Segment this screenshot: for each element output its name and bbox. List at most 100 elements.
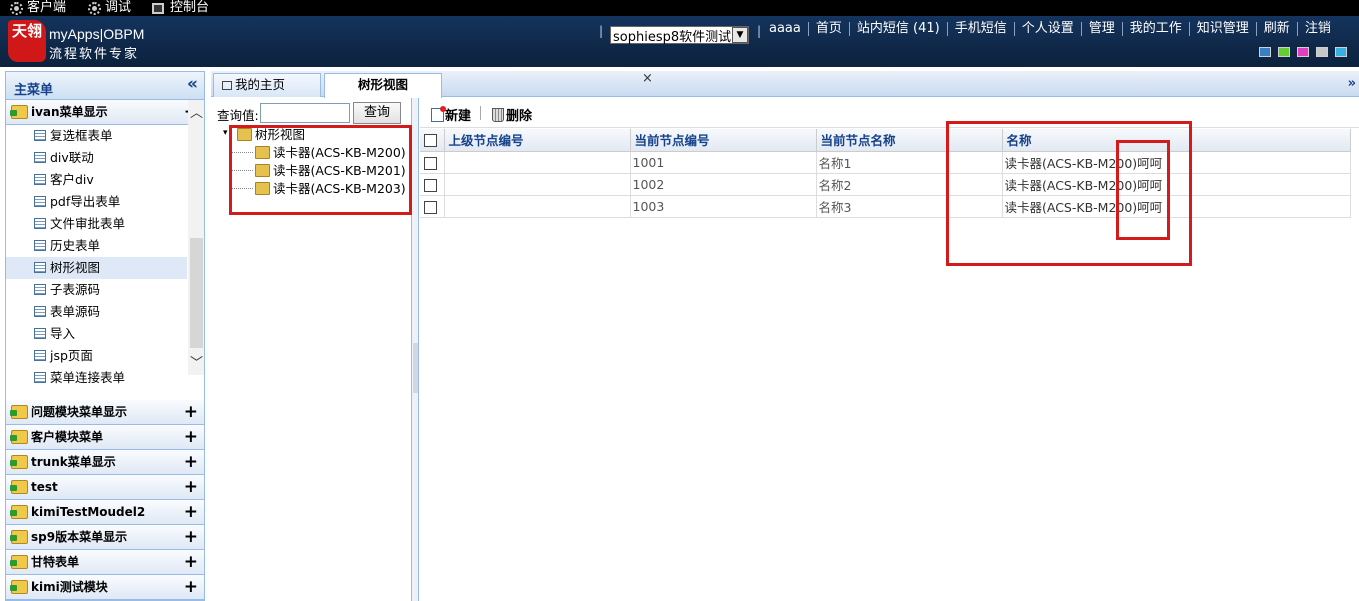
sidebar-item[interactable]: 客户div — [6, 169, 187, 191]
checkbox[interactable] — [424, 178, 437, 192]
nav-settings[interactable]: 个人设置 — [1013, 22, 1081, 36]
nav-home[interactable]: 首页 — [807, 22, 849, 36]
row-checkbox-cell[interactable] — [420, 173, 445, 196]
nav-logout[interactable]: 注销 — [1296, 22, 1338, 36]
menu-group-label: 客户模块菜单 — [31, 430, 104, 444]
delete-button[interactable]: 删除 — [492, 105, 532, 124]
cell-node-name: 名称2 — [816, 173, 1003, 196]
chevron-double-down-icon[interactable]: » — [1348, 76, 1356, 91]
sidebar-item[interactable]: 树形视图 — [6, 257, 187, 279]
plus-icon[interactable]: + — [184, 475, 198, 499]
chevron-down-icon[interactable]: ﹀ — [190, 352, 203, 371]
column-header[interactable]: 当前节点编号 — [630, 129, 817, 152]
tree-node[interactable]: 读卡器(ACS-KB-M201) — [255, 162, 406, 180]
theme-swatch[interactable] — [1297, 47, 1309, 57]
expand-icon[interactable]: ▾ — [223, 124, 228, 142]
folder-icon — [255, 164, 270, 177]
tree-node[interactable]: 读卡器(ACS-KB-M203) — [255, 180, 406, 198]
select-all-checkbox[interactable] — [420, 129, 445, 152]
plus-icon[interactable]: + — [184, 575, 198, 599]
console-link[interactable]: 控制台 — [152, 0, 209, 16]
sidebar-item[interactable]: 历史表单 — [6, 235, 187, 257]
plus-icon[interactable]: + — [184, 450, 198, 474]
checkbox[interactable] — [424, 200, 437, 214]
sidebar-item[interactable]: jsp页面 — [6, 345, 187, 367]
tree-node[interactable]: 读卡器(ACS-KB-M200) — [255, 144, 406, 162]
nav-my-work[interactable]: 我的工作 — [1121, 22, 1189, 36]
sidebar-item[interactable]: 子表源码 — [6, 279, 187, 301]
row-checkbox-cell[interactable] — [420, 151, 445, 174]
chevron-down-icon[interactable]: ▼ — [732, 27, 748, 43]
data-grid: 上级节点编号 当前节点编号 当前节点名称 名称 1001 名称1 读卡器(ACS… — [420, 129, 1351, 218]
column-header[interactable]: 当前节点名称 — [816, 129, 1003, 152]
plus-icon[interactable]: + — [184, 500, 198, 524]
plus-icon[interactable]: + — [184, 425, 198, 449]
client-link[interactable]: 客户端 — [10, 0, 66, 16]
sidebar-item[interactable]: 表单源码 — [6, 301, 187, 323]
sidebar-item[interactable]: 菜单连接表单 — [6, 367, 187, 389]
nav-knowledge[interactable]: 知识管理 — [1188, 22, 1256, 36]
menu-group-ivan[interactable]: ivan菜单显示 − — [6, 100, 204, 125]
debug-link[interactable]: 调试 — [88, 0, 131, 16]
checkbox[interactable] — [424, 156, 437, 170]
nav-admin[interactable]: 管理 — [1080, 22, 1122, 36]
column-header[interactable]: 上级节点编号 — [444, 129, 631, 152]
sidebar-item[interactable]: pdf导出表单 — [6, 191, 187, 213]
menu-scrollbar[interactable]: ︿ ﹀ — [188, 100, 204, 375]
sidebar-item[interactable]: 文件审批表单 — [6, 213, 187, 235]
sidebar-item[interactable]: 导入 — [6, 323, 187, 345]
menu-group-label: 问题模块菜单显示 — [31, 405, 128, 419]
tree-root[interactable]: 树形视图 — [237, 126, 305, 144]
site-select[interactable]: sophiesp8软件测试 ▼ — [610, 26, 749, 45]
row-checkbox-cell[interactable] — [420, 195, 445, 218]
plus-icon[interactable]: + — [184, 550, 198, 574]
tab-my-home[interactable]: 我的主页 — [213, 73, 321, 97]
menu-group[interactable]: test + — [6, 475, 204, 500]
menu-group[interactable]: 问题模块菜单显示 + — [6, 400, 204, 425]
nav-user[interactable]: aaaa — [762, 22, 808, 36]
plus-icon[interactable]: + — [184, 525, 198, 549]
tab-tree-view[interactable]: 树形视图 — [324, 73, 442, 98]
theme-swatches — [1259, 47, 1347, 57]
menu-group[interactable]: sp9版本菜单显示 + — [6, 525, 204, 550]
sidebar-item-label: 树形视图 — [50, 260, 101, 275]
theme-swatch[interactable] — [1316, 47, 1328, 57]
collapse-icon[interactable]: « — [187, 74, 198, 94]
folder-icon — [255, 182, 270, 195]
top-nav: aaaa 首页 站内短信 (41) 手机短信 个人设置 管理 我的工作 知识管理… — [762, 22, 1338, 36]
cell-code: 1001 — [630, 151, 817, 174]
tree-panel: 查询值: 查询 ▾ 树形视图 读卡器(ACS-KB-M200) 读卡器(ACS-… — [213, 98, 412, 601]
menu-group[interactable]: kimi测试模块 + — [6, 575, 204, 600]
query-input[interactable] — [260, 103, 350, 123]
menu-group[interactable]: 甘特表单 + — [6, 550, 204, 575]
menu-group[interactable]: trunk菜单显示 + — [6, 450, 204, 475]
close-icon[interactable]: × — [642, 71, 653, 86]
sidebar-item-label: 复选框表单 — [50, 128, 113, 143]
table-row[interactable]: 1001 名称1 读卡器(ACS-KB-M200)呵呵 — [420, 151, 1351, 174]
checkbox[interactable] — [424, 134, 437, 148]
nav-messages[interactable]: 站内短信 (41) — [848, 22, 947, 36]
menu-group-label: sp9版本菜单显示 — [31, 530, 128, 544]
tree-connector — [231, 188, 253, 189]
new-button[interactable]: 新建 — [431, 105, 471, 124]
theme-swatch[interactable] — [1278, 47, 1290, 57]
table-row[interactable]: 1002 名称2 读卡器(ACS-KB-M200)呵呵 — [420, 173, 1351, 196]
plus-icon[interactable]: + — [184, 400, 198, 424]
splitter-grip[interactable] — [413, 343, 418, 393]
sidebar-item[interactable]: 复选框表单 — [6, 125, 187, 147]
menu-group[interactable]: 客户模块菜单 + — [6, 425, 204, 450]
nav-refresh[interactable]: 刷新 — [1255, 22, 1297, 36]
panel-splitter[interactable] — [412, 98, 419, 601]
column-header[interactable]: 名称 — [1002, 129, 1351, 152]
chevron-up-icon[interactable]: ︿ — [190, 102, 203, 121]
scrollbar-thumb[interactable] — [190, 238, 203, 348]
theme-swatch[interactable] — [1335, 47, 1347, 57]
sidebar-item[interactable]: div联动 — [6, 147, 187, 169]
sidebar-item-label: 文件审批表单 — [50, 216, 126, 231]
query-button[interactable]: 查询 — [353, 102, 401, 124]
table-row[interactable]: 1003 名称3 读卡器(ACS-KB-M200)呵呵 — [420, 195, 1351, 218]
nav-sms[interactable]: 手机短信 — [946, 22, 1014, 36]
menu-group[interactable]: kimiTestMoudel2 + — [6, 500, 204, 525]
theme-swatch[interactable] — [1259, 47, 1271, 57]
form-icon — [34, 174, 46, 185]
